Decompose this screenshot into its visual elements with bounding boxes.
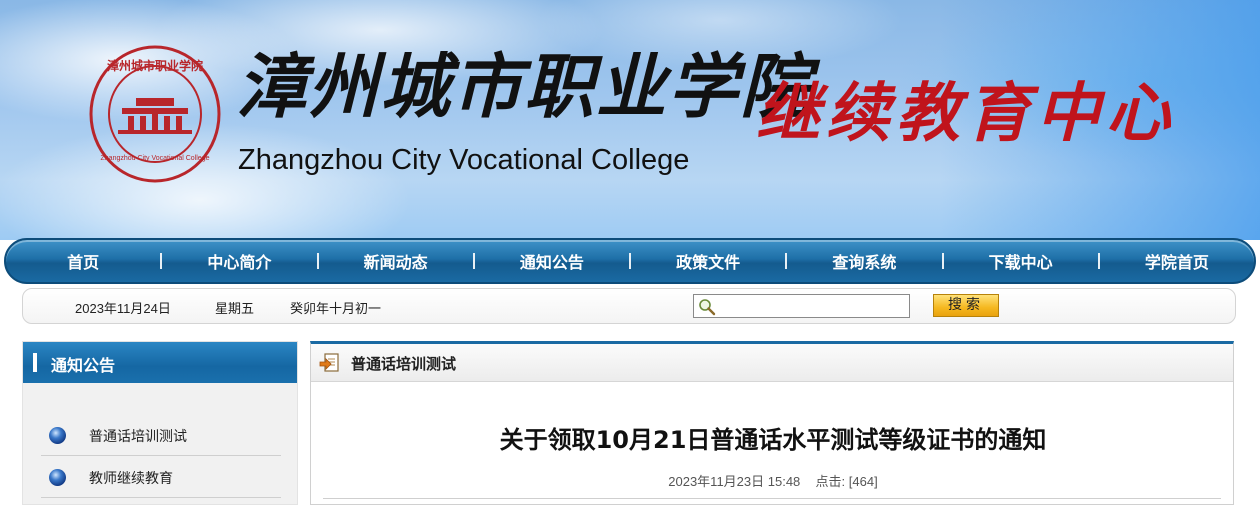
bullet-icon <box>49 427 66 444</box>
search-input[interactable] <box>718 297 906 315</box>
sidebar-item-teacher-education[interactable]: 教师继续教育 <box>41 456 281 498</box>
main-content: 普通话培训测试 关于领取10月21日普通话水平测试等级证书的通知 2023年11… <box>310 341 1234 505</box>
header-banner: 漳州城市职业学院 Zhangzhou City Vocational Colle… <box>0 0 1260 240</box>
section-title: 普通话培训测试 <box>351 355 457 373</box>
current-weekday: 星期五 <box>215 302 255 317</box>
nav-query[interactable]: 查询系统 <box>787 249 941 273</box>
sidebar-header: 通知公告 <box>23 342 297 383</box>
clicks-count: [464] <box>848 474 878 489</box>
divider <box>323 498 1221 499</box>
nav-notices[interactable]: 通知公告 <box>475 249 629 273</box>
sidebar-title: 通知公告 <box>51 356 116 375</box>
nav-home[interactable]: 首页 <box>6 249 160 273</box>
college-seal-logo: 漳州城市职业学院 Zhangzhou City Vocational Colle… <box>89 45 221 183</box>
nav-policies[interactable]: 政策文件 <box>631 249 785 273</box>
article-meta: 2023年11月23日 15:48 点击: [464] <box>311 471 1235 490</box>
nav-downloads[interactable]: 下载中心 <box>944 249 1098 273</box>
sidebar-item-putonghua[interactable]: 普通话培训测试 <box>41 414 281 456</box>
document-arrow-icon <box>319 353 339 372</box>
center-name: 继续教育中心 <box>756 76 1176 151</box>
sidebar: 通知公告 普通话培训测试 教师继续教育 <box>22 341 298 505</box>
lunar-date: 癸卯年十月初一 <box>290 302 382 317</box>
svg-text:Zhangzhou City Vocational Coll: Zhangzhou City Vocational College <box>101 155 210 162</box>
college-name-cn: 漳州城市职业学院 <box>236 45 812 128</box>
search-icon <box>699 299 716 316</box>
college-name-en: Zhangzhou City Vocational College <box>238 144 690 176</box>
article-datetime: 2023年11月23日 15:48 <box>668 474 801 489</box>
nav-news[interactable]: 新闻动态 <box>319 249 473 273</box>
search-button[interactable]: 搜索 <box>933 294 999 317</box>
sidebar-item-label: 教师继续教育 <box>89 471 173 487</box>
nav-college-home[interactable]: 学院首页 <box>1100 249 1254 273</box>
info-bar: 2023年11月24日 星期五 癸卯年十月初一 搜索 <box>22 288 1236 324</box>
main-nav: 首页 中心简介 新闻动态 通知公告 政策文件 查询系统 下载中心 学院首页 <box>4 238 1256 284</box>
svg-text:漳州城市职业学院: 漳州城市职业学院 <box>107 58 203 73</box>
sidebar-item-label: 普通话培训测试 <box>89 429 187 445</box>
sidebar-list: 普通话培训测试 教师继续教育 <box>41 414 281 498</box>
article-title: 关于领取10月21日普通话水平测试等级证书的通知 <box>499 426 1047 454</box>
clicks-label: 点击: <box>815 474 846 489</box>
nav-about[interactable]: 中心简介 <box>162 249 316 273</box>
content-header: 普通话培训测试 <box>311 344 1233 382</box>
search-box <box>693 294 910 318</box>
current-date: 2023年11月24日 <box>75 301 171 316</box>
bullet-icon <box>49 469 66 486</box>
